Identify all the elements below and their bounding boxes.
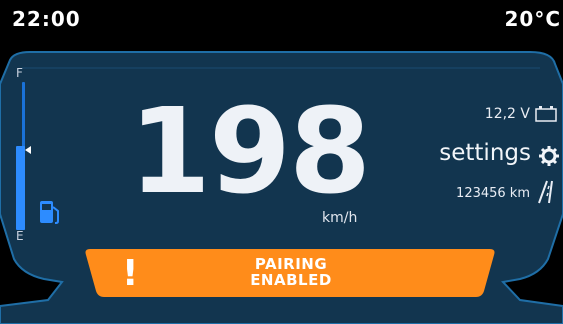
fuel-empty-label: E [16,229,24,243]
settings-button[interactable]: settings [439,140,531,166]
fuel-pump-icon [38,199,62,231]
battery-voltage: 12,2 V [484,106,530,122]
warning-icon: ! [122,253,139,294]
road-icon [537,180,553,208]
battery-icon [535,106,557,126]
fuel-gauge-fill [16,146,25,230]
gear-icon[interactable] [539,146,559,170]
speed-value: 198 [128,82,371,220]
alert-line-1: PAIRING [254,255,328,273]
fuel-full-label: F [16,66,23,80]
status-bar: 22:00 20°C [0,0,563,44]
alert-message: PAIRING ENABLED [216,256,366,288]
speed-unit: km/h [322,210,358,226]
clock: 22:00 [12,7,81,31]
alert-line-2: ENABLED [250,271,332,289]
temperature: 20°C [504,7,561,31]
odometer: 123456 km [456,186,530,201]
fuel-level-marker [25,146,31,154]
